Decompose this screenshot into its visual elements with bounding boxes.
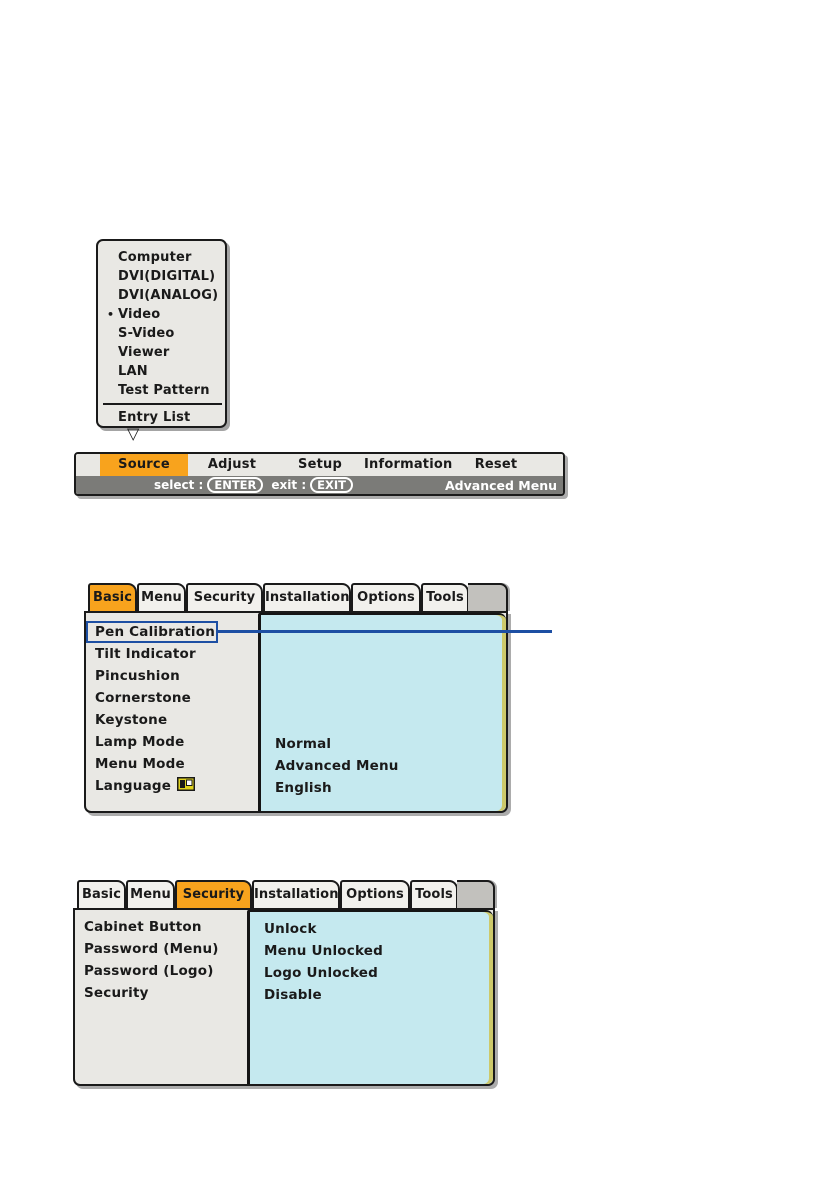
basic-menu-tab-menu[interactable]: Menu: [137, 583, 186, 611]
source-item-lan[interactable]: LAN: [98, 362, 225, 381]
basic-menu-tab-row: Basic Menu Security Installation Options…: [84, 583, 508, 611]
pen-calibration-callout-line: [218, 630, 552, 633]
menu-item-menu-mode[interactable]: Menu Mode: [86, 753, 258, 775]
security-menu-value-panel: Unlock Menu Unlocked Logo Unlocked Disab…: [247, 910, 493, 1084]
menu-item-label: Cabinet Button: [84, 916, 202, 938]
menu-item-lamp-mode[interactable]: Lamp Mode: [86, 731, 258, 753]
menu-bar-item-information[interactable]: Information: [364, 454, 452, 476]
menu-item-label: Pincushion: [95, 665, 180, 687]
source-item-computer[interactable]: Computer: [98, 248, 225, 267]
menu-item-password-logo[interactable]: Password (Logo): [75, 960, 247, 982]
security-menu-tab-row: Basic Menu Security Installation Options…: [73, 880, 495, 908]
security-menu-tab-basic[interactable]: Basic: [77, 880, 126, 908]
security-menu-body: Cabinet Button Password (Menu) Password …: [73, 908, 495, 1086]
value-password-menu: Menu Unlocked: [250, 940, 493, 962]
menu-bar-status-row: select : ENTER exit : EXIT Advanced Menu: [76, 476, 563, 494]
menu-item-label: Tilt Indicator: [95, 643, 196, 665]
value-menu-mode: Advanced Menu: [261, 755, 506, 777]
menu-item-label: Cornerstone: [95, 687, 191, 709]
source-item-label: DVI(DIGITAL): [118, 269, 215, 284]
menu-bar-item-setup[interactable]: Setup: [276, 454, 364, 476]
advanced-menu-badge: Advanced Menu: [445, 478, 563, 493]
source-item-label: DVI(ANALOG): [118, 288, 218, 303]
menu-item-label: Language: [95, 775, 171, 797]
language-icon: [177, 776, 195, 798]
security-menu-tab-options[interactable]: Options: [340, 880, 410, 908]
security-menu-tab-menu[interactable]: Menu: [126, 880, 175, 908]
menu-bar-item-source[interactable]: Source: [100, 454, 188, 476]
menu-item-label: Security: [84, 982, 149, 1004]
menu-item-label: Lamp Mode: [95, 731, 184, 753]
basic-menu-tab-installation[interactable]: Installation: [263, 583, 351, 611]
basic-menu-tab-basic[interactable]: Basic: [88, 583, 137, 611]
basic-menu-window: Basic Menu Security Installation Options…: [84, 583, 508, 813]
basic-menu-tab-tools[interactable]: Tools: [421, 583, 469, 611]
tab-row-filler: [457, 880, 495, 908]
source-item-label: S-Video: [118, 326, 175, 341]
menu-item-pen-calibration[interactable]: Pen Calibration: [86, 621, 218, 643]
security-menu-item-column: Cabinet Button Password (Menu) Password …: [75, 910, 247, 1084]
value-lamp-mode: Normal: [261, 733, 506, 755]
basic-menu-tab-security[interactable]: Security: [186, 583, 263, 611]
value-cabinet-button: Unlock: [250, 918, 493, 940]
menu-item-label: Pen Calibration: [95, 624, 215, 641]
menu-item-label: Menu Mode: [95, 753, 185, 775]
exit-key-badge: EXIT: [310, 477, 353, 493]
security-menu-window: Basic Menu Security Installation Options…: [73, 880, 495, 1086]
menu-item-tilt-indicator[interactable]: Tilt Indicator: [86, 643, 258, 665]
menu-item-keystone[interactable]: Keystone: [86, 709, 258, 731]
menu-bar-items-row: Source Adjust Setup Information Reset: [76, 454, 563, 476]
menu-item-security[interactable]: Security: [75, 982, 247, 1004]
source-item-video[interactable]: • Video: [98, 305, 225, 324]
basic-menu-tab-options[interactable]: Options: [351, 583, 421, 611]
selected-source-bullet-icon: •: [107, 305, 114, 324]
source-item-viewer[interactable]: Viewer: [98, 343, 225, 362]
tab-row-filler: [468, 583, 508, 611]
menu-bar-item-adjust[interactable]: Adjust: [188, 454, 276, 476]
source-item-dvi-analog[interactable]: DVI(ANALOG): [98, 286, 225, 305]
security-menu-tab-tools[interactable]: Tools: [410, 880, 458, 908]
source-item-entry-list[interactable]: Entry List: [98, 406, 225, 427]
main-menu-bar: Source Adjust Setup Information Reset se…: [74, 452, 565, 496]
source-item-label: Entry List: [118, 410, 190, 425]
manual-page: Computer DVI(DIGITAL) DVI(ANALOG) • Vide…: [0, 0, 839, 1191]
source-item-dvi-digital[interactable]: DVI(DIGITAL): [98, 267, 225, 286]
menu-bar-item-reset[interactable]: Reset: [452, 454, 540, 476]
basic-menu-body: Pen Calibration Tilt Indicator Pincushio…: [84, 611, 508, 813]
menu-item-label: Password (Logo): [84, 960, 214, 982]
security-menu-tab-installation[interactable]: Installation: [252, 880, 340, 908]
basic-menu-item-column: Pen Calibration Tilt Indicator Pincushio…: [86, 613, 258, 811]
source-item-label: LAN: [118, 364, 148, 379]
menu-item-label: Password (Menu): [84, 938, 219, 960]
source-item-test-pattern[interactable]: Test Pattern: [98, 381, 225, 400]
menu-item-cornerstone[interactable]: Cornerstone: [86, 687, 258, 709]
basic-menu-value-panel: Normal Advanced Menu English: [258, 613, 506, 811]
exit-hint-label: exit :: [271, 478, 306, 492]
source-item-s-video[interactable]: S-Video: [98, 324, 225, 343]
select-hint-label: select :: [154, 478, 203, 492]
menu-continuation-arrow-icon: ▽: [127, 426, 139, 442]
menu-item-cabinet-button[interactable]: Cabinet Button: [75, 916, 247, 938]
source-list-divider: [103, 403, 222, 405]
source-list-menu: Computer DVI(DIGITAL) DVI(ANALOG) • Vide…: [96, 239, 227, 428]
enter-key-badge: ENTER: [207, 477, 263, 493]
menu-item-language[interactable]: Language: [86, 775, 258, 797]
value-password-logo: Logo Unlocked: [250, 962, 493, 984]
menu-item-pincushion[interactable]: Pincushion: [86, 665, 258, 687]
value-security: Disable: [250, 984, 493, 1006]
menu-item-label: Keystone: [95, 709, 167, 731]
source-item-label: Test Pattern: [118, 383, 210, 398]
security-menu-tab-security[interactable]: Security: [175, 880, 252, 908]
source-item-label: Video: [118, 307, 160, 322]
source-item-label: Viewer: [118, 345, 170, 360]
value-language: English: [261, 777, 506, 799]
source-item-label: Computer: [118, 250, 192, 265]
menu-item-password-menu[interactable]: Password (Menu): [75, 938, 247, 960]
